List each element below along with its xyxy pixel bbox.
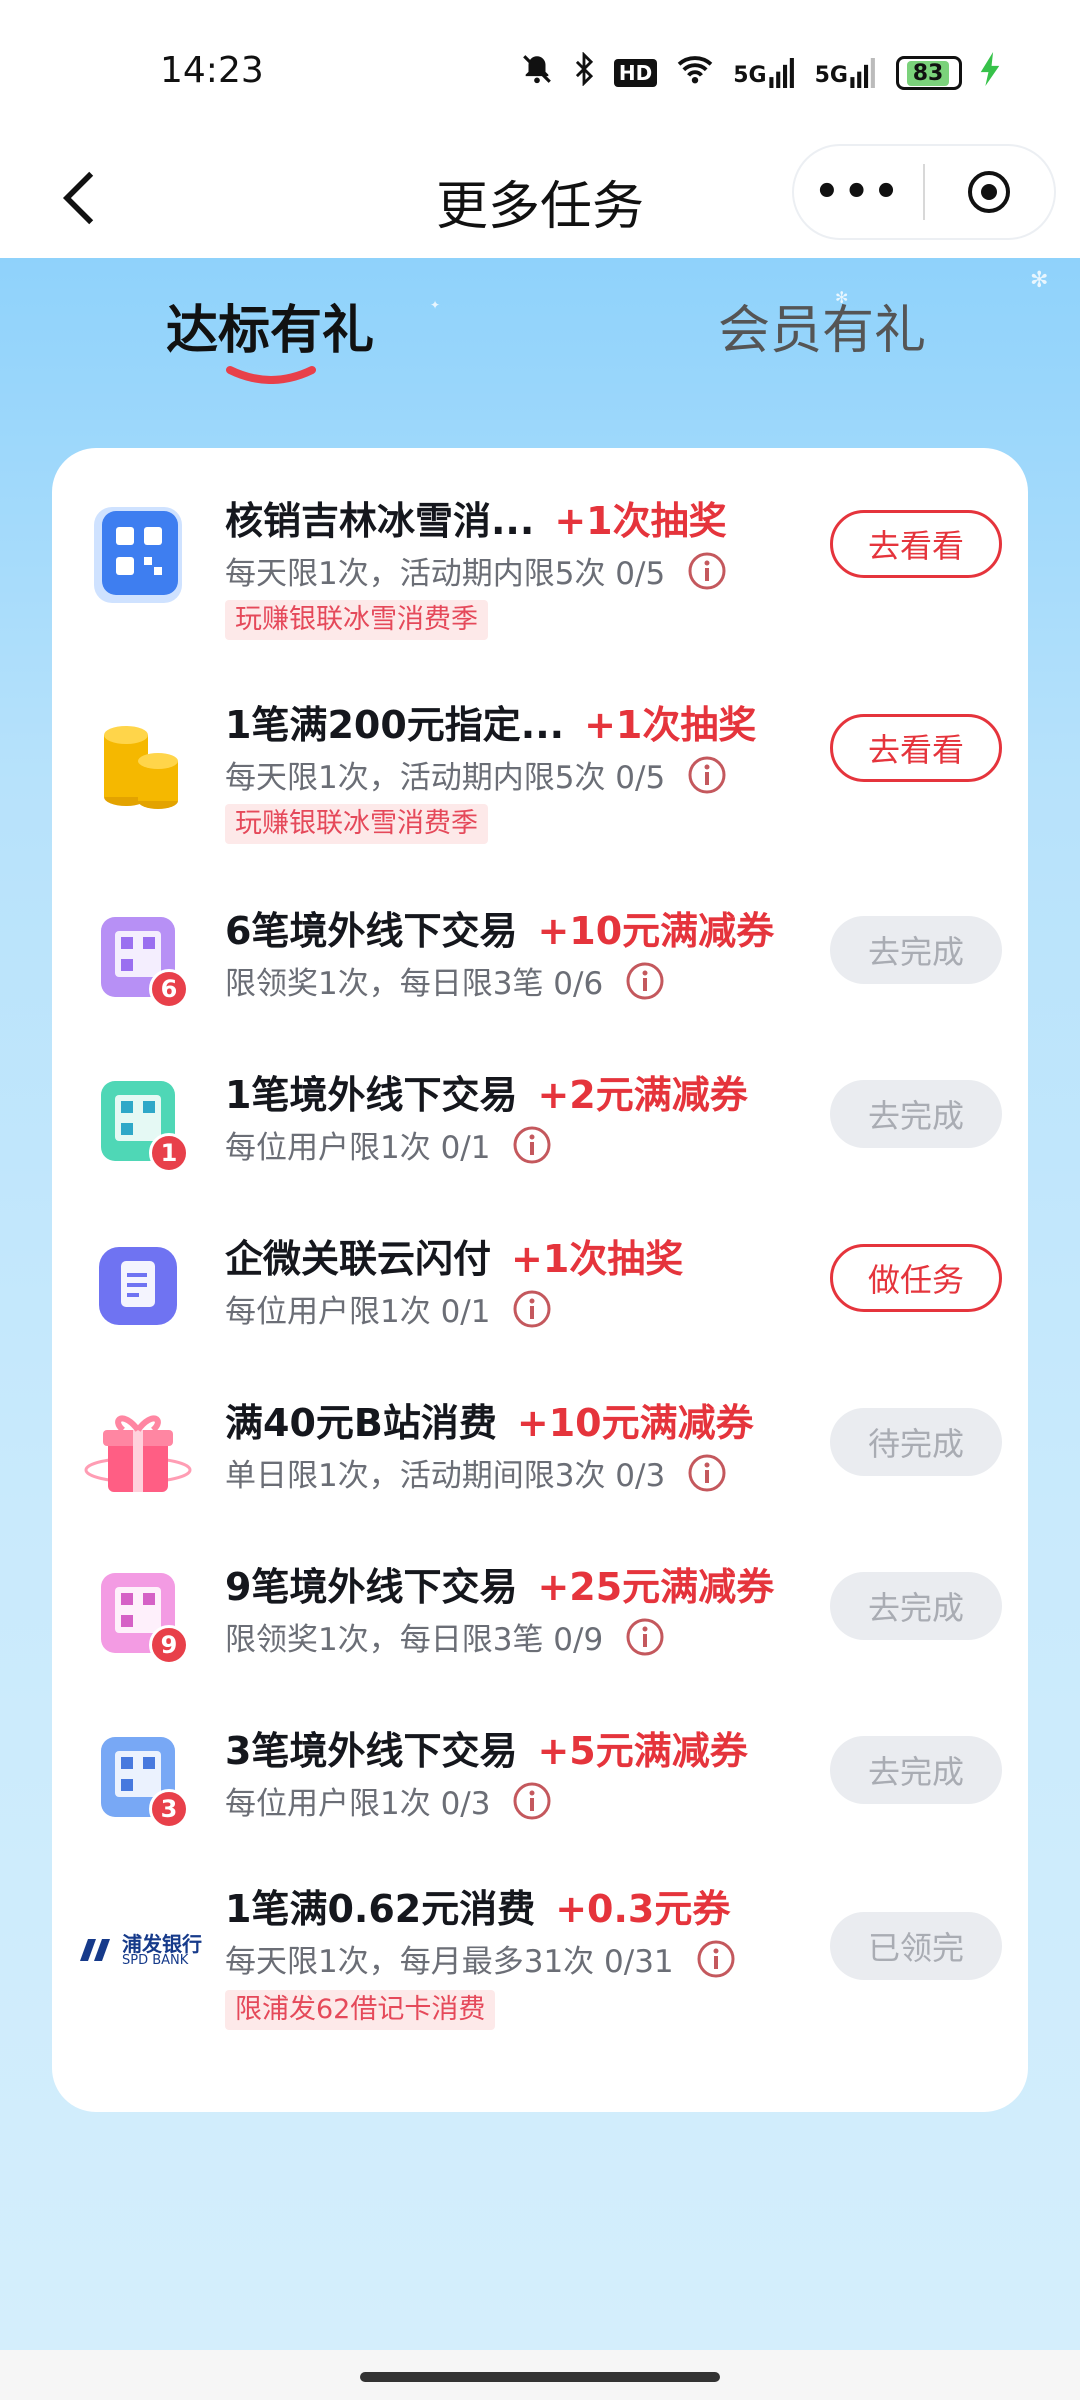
close-button[interactable] bbox=[925, 144, 1054, 240]
battery-level: 83 bbox=[906, 60, 950, 86]
info-icon[interactable] bbox=[512, 1125, 552, 1165]
task-reward: +10元满减券 bbox=[537, 909, 775, 953]
task-reward: +1次抽奖 bbox=[511, 1237, 684, 1281]
status-time: 14:23 bbox=[160, 50, 264, 91]
task-description: 限领奖1次，每日限3笔 0/6 bbox=[225, 958, 665, 1003]
info-icon[interactable] bbox=[687, 1453, 727, 1493]
more-options-button[interactable]: ••• bbox=[794, 144, 923, 240]
task-reward: +2元满减券 bbox=[537, 1073, 748, 1117]
task-item: 6 6笔境外线下交易 +10元满减券 限领奖1次，每日限3笔 0/6 去完成 bbox=[52, 896, 1028, 1016]
go-see-button[interactable]: 去看看 bbox=[830, 714, 1002, 782]
task-item: 满40元B站消费 +10元满减券 单日限1次，活动期间限3次 0/3 待完成 bbox=[52, 1388, 1028, 1508]
task-description: 每位用户限1次 0/3 bbox=[225, 1778, 552, 1823]
bluetooth-icon bbox=[572, 51, 596, 94]
claimed-out-button[interactable]: 已领完 bbox=[830, 1912, 1002, 1980]
task-item: 3 3笔境外线下交易 +5元满减券 每位用户限1次 0/3 去完成 bbox=[52, 1716, 1028, 1836]
info-icon[interactable] bbox=[687, 551, 727, 591]
go-complete-button[interactable]: 去完成 bbox=[830, 1080, 1002, 1148]
tab-hui-yuan-you-li[interactable]: 会员有礼 bbox=[718, 288, 926, 363]
count-badge: 3 bbox=[149, 1789, 189, 1829]
task-title: 9笔境外线下交易 +25元满减券 bbox=[225, 1565, 775, 1609]
task-reward: +10元满减券 bbox=[516, 1401, 754, 1445]
task-tag: 限浦发62借记卡消费 bbox=[225, 1990, 496, 2030]
task-title: 6笔境外线下交易 +10元满减券 bbox=[225, 909, 775, 953]
active-tab-indicator bbox=[226, 366, 316, 384]
mini-program-capsule: ••• bbox=[792, 144, 1056, 240]
go-complete-button[interactable]: 去完成 bbox=[830, 1572, 1002, 1640]
gift-box-icon bbox=[76, 1388, 200, 1512]
battery-icon: 83 bbox=[896, 56, 962, 90]
status-bar: 14:23 HD 5G 5G 83 bbox=[0, 0, 1080, 140]
task-description: 每天限1次，活动期内限5次 0/5 bbox=[225, 548, 727, 593]
title-bar: 更多任务 ••• bbox=[0, 140, 1080, 258]
spd-bank-logo: 浦发银行 SPD BANK bbox=[74, 1888, 204, 2012]
info-icon[interactable] bbox=[625, 961, 665, 1001]
task-description: 每位用户限1次 0/1 bbox=[225, 1122, 552, 1167]
task-title: 1笔满200元指定... +1次抽奖 bbox=[225, 703, 757, 747]
task-reward: +1次抽奖 bbox=[554, 499, 727, 543]
task-reward: +0.3元券 bbox=[555, 1887, 731, 1931]
gold-coins-icon bbox=[76, 698, 200, 822]
pink-qr-icon: 9 bbox=[76, 1552, 200, 1676]
wifi-icon bbox=[675, 53, 715, 93]
task-title: 1笔境外线下交易 +2元满减券 bbox=[225, 1073, 748, 1117]
task-title: 3笔境外线下交易 +5元满减券 bbox=[225, 1729, 748, 1773]
home-bar[interactable] bbox=[360, 2372, 720, 2382]
info-icon[interactable] bbox=[512, 1289, 552, 1329]
document-icon bbox=[76, 1224, 200, 1348]
charging-icon bbox=[980, 52, 1000, 94]
signal-5g-icon: 5G bbox=[815, 58, 878, 88]
task-title: 1笔满0.62元消费 +0.3元券 bbox=[225, 1887, 731, 1931]
task-item: 企微关联云闪付 +1次抽奖 每位用户限1次 0/1 做任务 bbox=[52, 1224, 1028, 1344]
purple-qr-icon: 6 bbox=[76, 896, 200, 1020]
main-content: ✻ ✻ ✦ 达标有礼 会员有礼 核销吉林冰雪消... +1次抽奖 每天限1次，活动… bbox=[0, 258, 1080, 2350]
bank-logo-cn: 浦发银行 bbox=[122, 1931, 202, 1956]
info-icon[interactable] bbox=[512, 1781, 552, 1821]
close-circle-icon bbox=[968, 171, 1011, 213]
qr-code-icon bbox=[76, 494, 200, 618]
info-icon[interactable] bbox=[687, 755, 727, 795]
tab-bar: 达标有礼 会员有礼 bbox=[0, 258, 1080, 448]
bank-logo-en: SPD BANK bbox=[122, 1952, 189, 1968]
task-item: 浦发银行 SPD BANK 1笔满0.62元消费 +0.3元券 每天限1次，每月最… bbox=[52, 1878, 1028, 2038]
status-icons: HD 5G 5G 83 bbox=[520, 51, 1000, 94]
blue-qr-icon: 3 bbox=[76, 1716, 200, 1840]
task-title: 核销吉林冰雪消... +1次抽奖 bbox=[225, 499, 727, 543]
task-description: 单日限1次，活动期间限3次 0/3 bbox=[225, 1450, 727, 1495]
go-see-button[interactable]: 去看看 bbox=[830, 510, 1002, 578]
count-badge: 9 bbox=[149, 1625, 189, 1665]
task-description: 限领奖1次，每日限3笔 0/9 bbox=[225, 1614, 665, 1659]
info-icon[interactable] bbox=[696, 1939, 736, 1979]
task-reward: +25元满减券 bbox=[537, 1565, 775, 1609]
bell-off-icon bbox=[520, 52, 554, 94]
task-reward: +1次抽奖 bbox=[584, 703, 757, 747]
do-task-button[interactable]: 做任务 bbox=[830, 1244, 1002, 1312]
task-reward: +5元满减券 bbox=[537, 1729, 748, 1773]
task-description: 每天限1次，活动期内限5次 0/5 bbox=[225, 752, 727, 797]
signal-5g-icon: 5G bbox=[733, 58, 796, 88]
tab-da-biao-you-li[interactable]: 达标有礼 bbox=[166, 288, 374, 363]
task-item: 核销吉林冰雪消... +1次抽奖 每天限1次，活动期内限5次 0/5 玩赚银联冰雪… bbox=[52, 488, 1028, 648]
task-item: 9 9笔境外线下交易 +25元满减券 限领奖1次，每日限3笔 0/9 去完成 bbox=[52, 1552, 1028, 1672]
count-badge: 6 bbox=[149, 969, 189, 1009]
home-indicator bbox=[0, 2350, 1080, 2400]
pending-button[interactable]: 待完成 bbox=[830, 1408, 1002, 1476]
task-item: 1笔满200元指定... +1次抽奖 每天限1次，活动期内限5次 0/5 玩赚银联… bbox=[52, 692, 1028, 852]
task-title: 企微关联云闪付 +1次抽奖 bbox=[225, 1237, 684, 1281]
green-qr-icon: 1 bbox=[76, 1060, 200, 1184]
task-tag: 玩赚银联冰雪消费季 bbox=[225, 600, 488, 640]
go-complete-button[interactable]: 去完成 bbox=[830, 916, 1002, 984]
info-icon[interactable] bbox=[625, 1617, 665, 1657]
task-title: 满40元B站消费 +10元满减券 bbox=[225, 1401, 754, 1445]
count-badge: 1 bbox=[149, 1133, 189, 1173]
task-description: 每位用户限1次 0/1 bbox=[225, 1286, 552, 1331]
hd-icon: HD bbox=[613, 59, 658, 87]
task-list-card: 核销吉林冰雪消... +1次抽奖 每天限1次，活动期内限5次 0/5 玩赚银联冰雪… bbox=[52, 448, 1028, 2112]
task-description: 每天限1次，每月最多31次 0/31 bbox=[225, 1936, 736, 1981]
go-complete-button[interactable]: 去完成 bbox=[830, 1736, 1002, 1804]
task-tag: 玩赚银联冰雪消费季 bbox=[225, 804, 488, 844]
task-item: 1 1笔境外线下交易 +2元满减券 每位用户限1次 0/1 去完成 bbox=[52, 1060, 1028, 1180]
